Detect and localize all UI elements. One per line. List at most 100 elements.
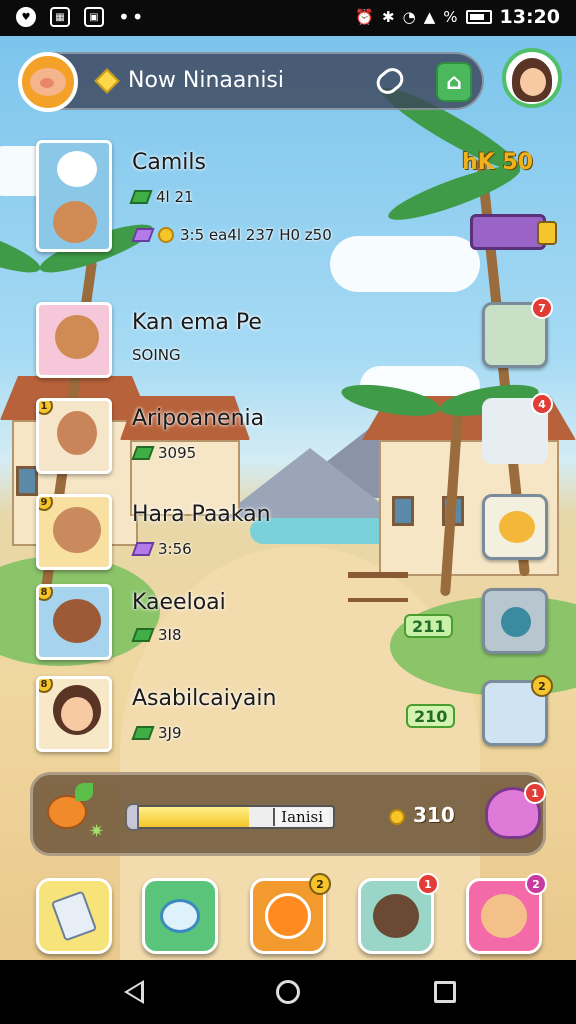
gold-bar-icon xyxy=(537,221,557,245)
xp-bar: Ianisi xyxy=(131,805,335,829)
nav-chat-button[interactable] xyxy=(142,878,218,954)
wifi-icon: ◔ xyxy=(402,8,416,26)
entry-portrait: 8 xyxy=(36,584,112,660)
image-icon: ▣ xyxy=(84,7,104,27)
character-item-button[interactable] xyxy=(482,494,548,560)
entry-stat-value: 3095 xyxy=(158,444,197,462)
entry-stat: 3I8 xyxy=(131,626,182,644)
entry-stat: 4l 21 xyxy=(129,188,194,206)
value-pill: 210 xyxy=(406,704,456,728)
location-icon: ♥ xyxy=(16,7,36,27)
chat-bubble-icon xyxy=(160,899,200,933)
coin-count: 310 xyxy=(413,803,455,827)
profile-avatar-button[interactable] xyxy=(502,48,562,108)
entry-name: Aripoanenia xyxy=(132,406,265,431)
notification-badge: 7 xyxy=(531,297,553,319)
carrot-leaf xyxy=(75,783,93,801)
bear-icon xyxy=(481,894,527,938)
nav-inventory-button[interactable] xyxy=(36,878,112,954)
bear-icon xyxy=(55,315,99,359)
bluetooth-icon: ✱ xyxy=(382,8,395,26)
nav-friends-button[interactable]: 1 xyxy=(358,873,439,954)
game-scene: Now Ninaanisi ⌂ hK 50 Camils 4l 21 3:5 e… xyxy=(0,36,576,960)
entry-stat: 3J9 xyxy=(131,724,182,742)
page-title: Now Ninaanisi xyxy=(128,68,285,93)
rank-badge: 1 xyxy=(39,401,53,415)
player-avatar-button[interactable] xyxy=(18,52,78,112)
rank-badge: 8 xyxy=(39,679,53,693)
more-dots-icon: •• xyxy=(118,5,146,29)
home-circle-icon[interactable] xyxy=(276,980,300,1004)
xp-bar-handle xyxy=(125,803,139,831)
xp-label: Ianisi xyxy=(273,808,329,826)
entry-portrait xyxy=(36,140,112,252)
resource-panel: ✷ Ianisi 310 1 xyxy=(30,772,546,856)
entry-name: Camils xyxy=(132,150,206,175)
sparkle-icon: ✷ xyxy=(89,821,105,842)
storage-item-button[interactable]: 2 xyxy=(482,675,553,746)
smiley-icon xyxy=(499,511,535,543)
notification-badge: 1 xyxy=(417,873,439,895)
gem-icon xyxy=(131,542,155,556)
entry-stat-value: 3:5 ea4l 237 H0 z50 xyxy=(180,226,332,244)
pig-icon xyxy=(30,68,66,96)
avatar-face xyxy=(520,68,546,96)
girl-face xyxy=(61,697,93,731)
system-nav-bar xyxy=(0,960,576,1024)
rank-badge: 9 xyxy=(39,497,53,511)
tools-item-button[interactable]: 4 xyxy=(482,393,553,464)
bear-icon xyxy=(53,507,101,553)
top-score-value: 50 xyxy=(502,150,534,175)
gem-icon xyxy=(131,726,155,740)
gear-icon xyxy=(501,607,531,637)
entry-stat-value: 3I8 xyxy=(158,626,182,644)
entry-portrait: 9 xyxy=(36,494,112,570)
entry-stat: 3:5 ea4l 237 H0 z50 xyxy=(131,226,332,244)
goat-icon xyxy=(57,151,97,187)
notification-badge: 2 xyxy=(525,873,547,895)
home-button[interactable]: ⌂ xyxy=(436,62,472,102)
top-score-label: hK xyxy=(462,150,495,175)
child-icon xyxy=(57,411,97,455)
gem-icon xyxy=(129,190,153,204)
battery-icon xyxy=(465,10,492,24)
entry-stat: 3095 xyxy=(131,444,197,462)
entry-portrait: 8 xyxy=(36,676,112,752)
value-pill: 211 xyxy=(404,614,454,638)
bear-icon xyxy=(53,599,101,643)
entry-name: Hara Paakan xyxy=(132,502,271,527)
bench xyxy=(348,572,408,602)
xp-bar-fill xyxy=(133,807,249,827)
entry-stat-value: 4l 21 xyxy=(156,188,194,206)
home-icon: ⌂ xyxy=(446,69,462,95)
chest-button[interactable] xyxy=(470,214,557,250)
clock: 13:20 xyxy=(499,6,560,28)
entry-stat-value: 3:56 xyxy=(158,540,192,558)
alarm-icon: ⏰ xyxy=(355,8,375,26)
map-item-button[interactable]: 7 xyxy=(482,297,553,368)
nav-profile-button[interactable]: 2 xyxy=(466,873,547,954)
nav-quest-button[interactable]: 2 xyxy=(250,873,331,954)
diamond-icon xyxy=(94,68,120,94)
status-right-icons: ⏰ ✱ ◔ ▲ % 13:20 xyxy=(355,6,560,28)
entry-stat: SOING xyxy=(132,346,181,364)
rank-badge: 8 xyxy=(39,587,53,601)
entry-stat-value: 3J9 xyxy=(158,724,182,742)
notification-badge: 2 xyxy=(309,873,331,895)
star-icon xyxy=(158,227,174,243)
coin-icon xyxy=(389,809,405,825)
grid-icon: ▦ xyxy=(50,7,70,27)
bottom-nav: 2 1 2 xyxy=(0,873,576,960)
monster-button[interactable]: 1 xyxy=(485,782,546,839)
back-icon[interactable] xyxy=(124,980,144,1004)
entry-portrait xyxy=(36,302,112,378)
leaf-icon xyxy=(131,628,155,642)
entry-stat: 3:56 xyxy=(131,540,192,558)
link-icon[interactable] xyxy=(372,63,408,99)
settings-item-button[interactable] xyxy=(482,588,548,654)
recents-icon[interactable] xyxy=(434,981,456,1003)
entry-stat-value: SOING xyxy=(132,346,181,364)
notification-badge: 2 xyxy=(531,675,553,697)
entry-name: Asabilcaiyain xyxy=(132,686,277,711)
entry-name: Kaeeloai xyxy=(132,590,226,615)
